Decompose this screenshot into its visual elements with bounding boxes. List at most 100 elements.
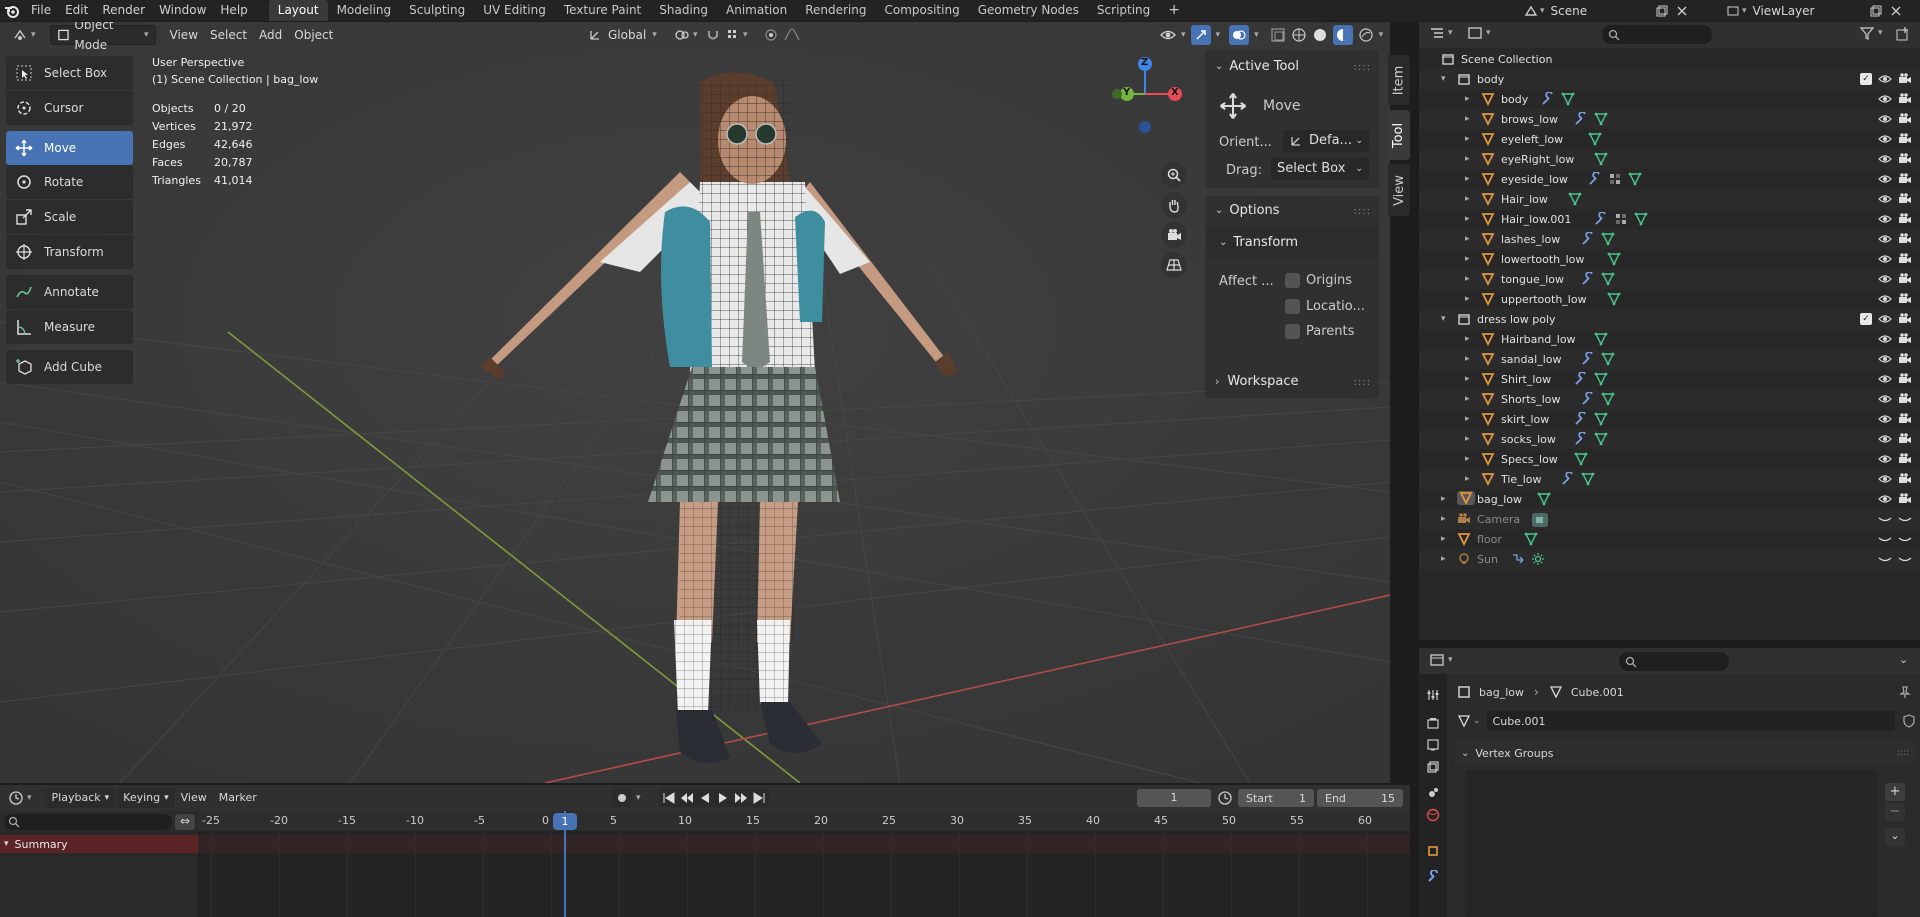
vertex-groups-panel-header[interactable]: ⌄ Vertex Groups :::: <box>1455 742 1915 764</box>
outliner-object-row[interactable]: ▸ skirt_low <box>1419 409 1920 429</box>
render-visibility-icon[interactable] <box>1898 232 1912 246</box>
drag-dropdown[interactable]: Select Box ⌄ <box>1271 158 1369 180</box>
render-visibility-icon[interactable] <box>1898 352 1912 366</box>
outliner-object-row[interactable]: ▸ floor <box>1419 529 1920 549</box>
visibility-eye-icon[interactable] <box>1878 112 1892 126</box>
render-visibility-icon[interactable] <box>1898 272 1912 286</box>
snap-toggle[interactable]: ▾ <box>700 25 754 45</box>
tab-view[interactable]: View <box>1388 164 1410 216</box>
collapse-arrow-icon[interactable]: ▾ <box>1441 314 1446 324</box>
prev-keyframe-icon[interactable] <box>680 792 694 804</box>
mesh-data-icon[interactable] <box>1561 92 1575 106</box>
new-collection-button[interactable] <box>1895 26 1911 42</box>
mesh-data-icon[interactable] <box>1594 112 1608 126</box>
viewport-menu-add[interactable]: Add <box>253 25 288 45</box>
expand-arrow-icon[interactable]: ▸ <box>1465 254 1470 264</box>
mesh-data-icon[interactable] <box>1628 172 1642 186</box>
fake-user-shield-icon[interactable] <box>1901 713 1917 729</box>
tab-sculpting[interactable]: Sculpting <box>400 0 474 21</box>
expand-arrow-icon[interactable]: ▸ <box>1465 274 1470 284</box>
tab-compositing[interactable]: Compositing <box>875 0 968 21</box>
wrench-modifier-icon[interactable] <box>1594 212 1608 226</box>
outliner-object-row[interactable]: ▸ Shorts_low <box>1419 389 1920 409</box>
end-frame-field[interactable]: End 15 <box>1317 789 1403 807</box>
breadcrumb-data[interactable]: Cube.001 <box>1571 686 1624 699</box>
outliner-object-row[interactable]: ▸ Hair_low.001 <box>1419 209 1920 229</box>
outliner-object-row[interactable]: ▸ Tie_low <box>1419 469 1920 489</box>
expand-arrow-icon[interactable]: ▸ <box>1465 474 1470 484</box>
chevron-down-icon[interactable]: ⌄ <box>1899 653 1908 666</box>
navigation-gizmo[interactable]: Z Y X <box>1108 56 1182 134</box>
mesh-data-selector[interactable]: ⌄ Cube.001 <box>1457 710 1917 732</box>
mesh-data-icon[interactable] <box>1607 292 1621 306</box>
render-visibility-icon[interactable] <box>1898 512 1912 526</box>
tool-add-cube[interactable]: Add Cube <box>6 350 133 384</box>
transform-orientation-selector[interactable]: Global ▾ <box>582 25 663 45</box>
outliner-object-row[interactable]: ▸ Sun <box>1419 549 1920 569</box>
menu-render[interactable]: Render <box>95 0 152 21</box>
options-header[interactable]: ⌄ Options <box>1215 203 1280 218</box>
render-visibility-icon[interactable] <box>1898 212 1912 226</box>
visibility-eye-icon[interactable] <box>1878 212 1892 226</box>
blender-logo-icon[interactable] <box>0 0 24 21</box>
properties-search-input[interactable] <box>1619 652 1729 671</box>
current-frame-field[interactable]: 1 <box>1137 789 1211 807</box>
area-divider[interactable] <box>1410 22 1419 917</box>
expand-arrow-icon[interactable]: ▸ <box>1441 494 1446 504</box>
pan-button[interactable] <box>1161 192 1187 218</box>
render-visibility-icon[interactable] <box>1898 72 1912 86</box>
render-visibility-icon[interactable] <box>1898 172 1912 186</box>
visibility-eye-icon[interactable] <box>1878 92 1892 106</box>
render-visibility-icon[interactable] <box>1898 532 1912 546</box>
view-layer-selector[interactable]: ▾ ViewLayer <box>1726 0 1903 21</box>
wrench-modifier-icon[interactable] <box>1574 432 1588 446</box>
play-icon[interactable] <box>716 792 730 804</box>
close-icon[interactable] <box>1889 4 1903 18</box>
viewport-menu-select[interactable]: Select <box>204 25 253 45</box>
timeline-menu-view[interactable]: View <box>175 788 213 808</box>
add-vertex-group-button[interactable]: + <box>1885 783 1905 801</box>
render-visibility-icon[interactable] <box>1898 312 1912 326</box>
camera-data-icon[interactable] <box>1531 512 1549 528</box>
auto-keying-toggle[interactable]: ▾ <box>612 789 641 807</box>
mesh-data-icon[interactable] <box>1594 412 1608 426</box>
add-workspace-button[interactable]: + <box>1159 0 1189 21</box>
camera-view-button[interactable] <box>1161 222 1187 248</box>
tool-measure[interactable]: Measure <box>6 310 133 344</box>
tool-select-box[interactable]: Select Box <box>6 56 133 90</box>
visibility-eye-icon[interactable] <box>1878 492 1892 506</box>
wrench-modifier-icon[interactable] <box>1581 392 1595 406</box>
expand-arrow-icon[interactable]: ▸ <box>1465 174 1470 184</box>
outliner-object-row[interactable]: ▸ Hair_low <box>1419 189 1920 209</box>
outliner-object-row[interactable]: ▸ tongue_low <box>1419 269 1920 289</box>
editor-type-menu[interactable]: ▾ <box>1429 26 1453 40</box>
material-checker-icon[interactable] <box>1608 172 1622 186</box>
zoom-button[interactable] <box>1161 162 1187 188</box>
tool-scale[interactable]: Scale <box>6 200 133 234</box>
3d-viewport[interactable]: ▾ Object Mode ▾ View Select Add Object G… <box>0 22 1390 783</box>
visibility-eye-icon[interactable] <box>1878 132 1892 146</box>
visibility-eye-icon[interactable] <box>1878 512 1892 526</box>
visibility-eye-icon[interactable] <box>1878 272 1892 286</box>
visibility-eye-icon[interactable] <box>1878 372 1892 386</box>
render-visibility-icon[interactable] <box>1898 472 1912 486</box>
remove-vertex-group-button[interactable]: − <box>1885 803 1905 821</box>
sun-icon[interactable] <box>1531 552 1545 566</box>
editor-type-menu[interactable]: ▾ <box>8 790 32 806</box>
visibility-eye-icon[interactable] <box>1878 152 1892 166</box>
pin-icon[interactable] <box>1898 685 1912 699</box>
menu-window[interactable]: Window <box>152 0 213 21</box>
viewport-menu-object[interactable]: Object <box>288 25 339 45</box>
wrench-modifier-icon[interactable] <box>1588 172 1602 186</box>
next-keyframe-icon[interactable] <box>734 792 748 804</box>
mesh-data-icon[interactable] <box>1594 432 1608 446</box>
transform-subpanel-header[interactable]: ⌄ Transform <box>1207 226 1377 258</box>
outliner-object-row[interactable]: ▸ bag_low <box>1419 489 1920 509</box>
render-visibility-icon[interactable] <box>1898 192 1912 206</box>
tab-scripting[interactable]: Scripting <box>1088 0 1159 21</box>
breadcrumb-object[interactable]: bag_low <box>1479 686 1524 699</box>
visibility-eye-icon[interactable] <box>1878 532 1892 546</box>
outliner-object-row[interactable]: ▸ Camera <box>1419 509 1920 529</box>
mesh-data-icon[interactable] <box>1601 352 1615 366</box>
outliner-object-row[interactable]: ▸ Specs_low <box>1419 449 1920 469</box>
